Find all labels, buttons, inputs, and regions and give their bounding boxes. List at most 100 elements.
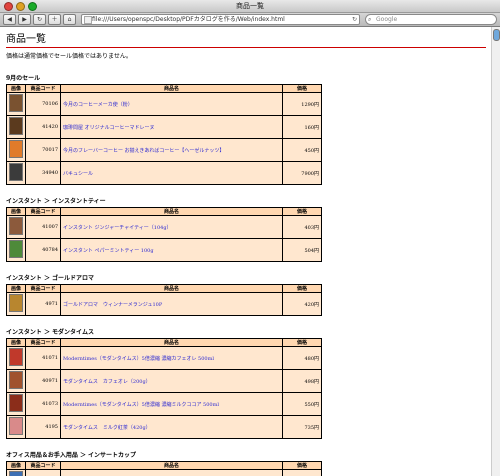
product-name-link[interactable]: モダンタイムス カフェオレ（200g） (60, 369, 283, 393)
table-header-row: 画像 商品コード 商品名 価格 (6, 338, 322, 347)
window-title: 商品一覧 (236, 2, 264, 10)
product-thumbnail[interactable] (9, 294, 23, 312)
close-window-button[interactable] (4, 2, 13, 11)
product-name-link[interactable]: インスタント ジンジャーチャイティー（104g） (60, 215, 283, 239)
table-row: 70017 今月のフレーバーコーヒー お揃えきあればコーヒー【ヘーゼルナッツ】 45… (6, 138, 322, 162)
zoom-window-button[interactable] (28, 2, 37, 11)
product-code: 34940 (25, 161, 61, 185)
column-header-code: 商品コード (25, 338, 61, 347)
column-header-name: 商品名 (60, 284, 283, 293)
column-header-name: 商品名 (60, 84, 283, 93)
minimize-window-button[interactable] (16, 2, 25, 11)
column-header-price: 価格 (282, 284, 322, 293)
home-button[interactable]: ⌂ (63, 14, 76, 25)
browser-toolbar: ◀ ▶ ↻ ＋ ⌂ file:///Users/openspc/Desktop/… (0, 13, 500, 27)
product-thumbnail[interactable] (9, 240, 23, 258)
product-thumbnail[interactable] (9, 348, 23, 366)
table-row: 41073 Moderntimes（モダンタイムス）5倍濃縮 濃縮ミルクココア 5… (6, 392, 322, 416)
table-header-row: 画像 商品コード 商品名 価格 (6, 84, 322, 93)
product-name-link[interactable]: 今月のコーヒーメーカ使（粉） (60, 92, 283, 116)
product-thumbnail[interactable] (9, 394, 23, 412)
table-row: 41071 Moderntimes（モダンタイムス）5倍濃縮 濃縮カフェオレ 50… (6, 346, 322, 370)
section-heading: インスタント ＞ インスタントティー (6, 198, 106, 205)
product-code: 40971 (25, 369, 61, 393)
table-row: 4195 モダンタイムス ミルク紅茶（420g） 735円 (6, 415, 322, 439)
product-image-cell (6, 92, 26, 116)
product-name-link[interactable]: 珈琲問屋 オリジナルコーヒーマドレーヌ (60, 115, 283, 139)
back-button[interactable]: ◀ (3, 14, 16, 25)
product-price: 1400円 (282, 469, 322, 476)
product-price: 1290円 (282, 92, 322, 116)
product-code: 41007 (25, 215, 61, 239)
table-row: 8656デュニコンビ デュニコンビ専用グリップ・ブルー（10個）1400円 (6, 469, 322, 476)
window-titlebar: 商品一覧 (0, 0, 500, 13)
column-header-name: 商品名 (60, 461, 283, 470)
product-image-cell (6, 469, 26, 476)
scrollbar-thumb[interactable] (493, 29, 500, 41)
product-image-cell (6, 215, 26, 239)
search-icon: ⌕ (368, 16, 372, 23)
column-header-price: 価格 (282, 84, 322, 93)
product-code: 4971 (25, 292, 61, 316)
column-header-price: 価格 (282, 207, 322, 216)
product-thumbnail[interactable] (9, 417, 23, 435)
product-name-link[interactable]: 今月のフレーバーコーヒー お揃えきあればコーヒー【ヘーゼルナッツ】 (60, 138, 283, 162)
product-thumbnail[interactable] (9, 117, 23, 135)
add-bookmark-button[interactable]: ＋ (48, 14, 61, 25)
table-row: 70106 今月のコーヒーメーカ使（粉） 1290円 (6, 92, 322, 116)
section-heading: 9月のセール (6, 75, 41, 82)
address-url: file:///Users/openspc/Desktop/PDFカタログを作る… (92, 16, 285, 23)
column-header-price: 価格 (282, 461, 322, 470)
product-name-link[interactable]: Moderntimes（モダンタイムス）5倍濃縮 濃縮カフェオレ 500ml (60, 346, 283, 370)
table-row: 34940 バキュシール 7900円 (6, 161, 322, 185)
vertical-scrollbar[interactable] (491, 27, 500, 476)
product-image-cell (6, 292, 26, 316)
product-name-link[interactable]: Moderntimes（モダンタイムス）5倍濃縮 濃縮ミルクココア 500ml (60, 392, 283, 416)
table-header-row: 画像 商品コード 商品名 価格 (6, 284, 322, 293)
product-thumbnail[interactable] (9, 471, 23, 476)
reload-button[interactable]: ↻ (33, 14, 46, 25)
column-header-code: 商品コード (25, 207, 61, 216)
column-header-code: 商品コード (25, 84, 61, 93)
product-thumbnail[interactable] (9, 217, 23, 235)
table-header-row: 画像 商品コード 商品名 価格 (6, 207, 322, 216)
product-name-link[interactable]: インスタント ペパーミントティー 100g (60, 238, 283, 262)
table-row: 41420 珈琲問屋 オリジナルコーヒーマドレーヌ 160円 (6, 115, 322, 139)
reload-icon[interactable]: ↻ (352, 15, 357, 24)
table-row: 40971 モダンタイムス カフェオレ（200g） 498円 (6, 369, 322, 393)
product-image-cell (6, 392, 26, 416)
section-heading: インスタント ＞ ゴールドアロマ (6, 275, 95, 282)
search-input[interactable]: ⌕ Google (365, 14, 497, 25)
product-image-cell (6, 115, 26, 139)
product-price: 7900円 (282, 161, 322, 185)
product-image-cell (6, 415, 26, 439)
product-table: 画像 商品コード 商品名 価格 70106 今月のコーヒーメーカ使（粉） 1290円 4142… (6, 84, 322, 185)
product-price: 160円 (282, 115, 322, 139)
product-thumbnail[interactable] (9, 163, 23, 181)
product-code: 41073 (25, 392, 61, 416)
product-name-link[interactable]: バキュシール (60, 161, 283, 185)
forward-button[interactable]: ▶ (18, 14, 31, 25)
column-header-image: 画像 (6, 84, 26, 93)
price-notice: 価格は通常価格でセール価格ではありません。 (6, 53, 132, 60)
product-price: 498円 (282, 369, 322, 393)
product-sections: 9月のセール 画像 商品コード 商品名 価格 70106 今月のコーヒーメーカ使（粉） 129… (6, 73, 486, 476)
product-price: 480円 (282, 346, 322, 370)
table-row: 4971 ゴールドアロマ ウィンナーメランジュ10P 420円 (6, 292, 322, 316)
product-table: 画像 商品コード 商品名 価格 41007 インスタント ジンジャーチャイティー（104g… (6, 207, 322, 262)
product-thumbnail[interactable] (9, 140, 23, 158)
product-code: 70017 (25, 138, 61, 162)
product-price: 403円 (282, 215, 322, 239)
product-thumbnail[interactable] (9, 94, 23, 112)
product-name-link[interactable]: モダンタイムス ミルク紅茶（420g） (60, 415, 283, 439)
product-price: 504円 (282, 238, 322, 262)
column-header-code: 商品コード (25, 461, 61, 470)
product-name-link[interactable]: ゴールドアロマ ウィンナーメランジュ10P (60, 292, 283, 316)
address-bar[interactable]: file:///Users/openspc/Desktop/PDFカタログを作る… (81, 14, 360, 25)
table-row: 41007 インスタント ジンジャーチャイティー（104g） 403円 (6, 215, 322, 239)
page-icon (84, 16, 92, 24)
product-code: 40784 (25, 238, 61, 262)
product-thumbnail[interactable] (9, 371, 23, 389)
product-price: 735円 (282, 415, 322, 439)
product-name-link[interactable]: デュニコンビ デュニコンビ専用グリップ・ブルー（10個） (60, 469, 283, 476)
